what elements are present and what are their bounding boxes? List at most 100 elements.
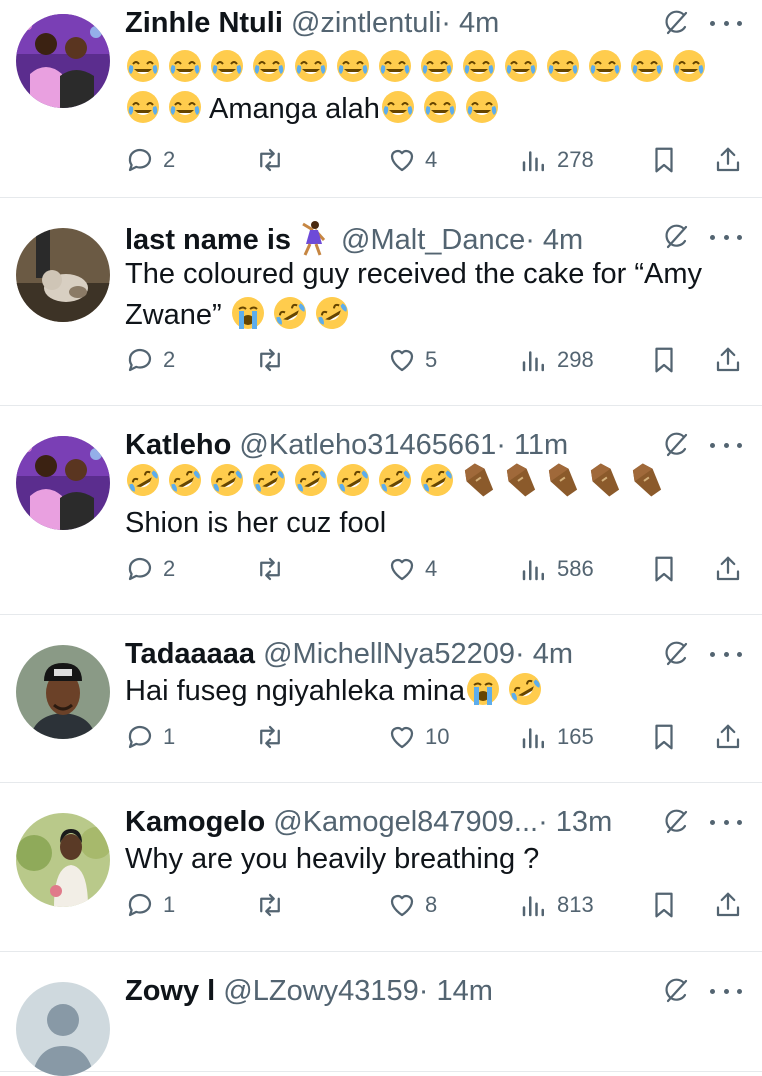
display-name[interactable]: Zowy l: [125, 975, 215, 1007]
avatar[interactable]: [16, 436, 110, 530]
display-name[interactable]: last name is: [125, 224, 291, 256]
joy-emoji: [587, 48, 623, 84]
reply-button[interactable]: 2: [125, 342, 175, 378]
reply-icon: [125, 345, 155, 375]
reply-button[interactable]: 1: [125, 719, 175, 755]
timestamp[interactable]: · 4m: [441, 7, 499, 39]
retweet-icon: [255, 145, 285, 175]
retweet-button[interactable]: [255, 142, 293, 178]
user-handle[interactable]: @LZowy43159: [223, 975, 419, 1007]
more-icon[interactable]: [710, 430, 742, 460]
more-icon[interactable]: [710, 807, 742, 837]
user-handle[interactable]: @zintlentuli: [291, 7, 441, 39]
avatar[interactable]: [16, 645, 110, 739]
reply-icon: [125, 890, 155, 920]
rofl-emoji: [125, 462, 161, 498]
rofl-emoji: [507, 671, 543, 707]
bookmark-button[interactable]: [649, 551, 679, 587]
grok-icon[interactable]: [662, 223, 690, 251]
more-icon[interactable]: [710, 976, 742, 1006]
bookmark-button[interactable]: [649, 142, 679, 178]
bookmark-button[interactable]: [649, 887, 679, 923]
joy-emoji: [167, 89, 203, 125]
more-icon[interactable]: [710, 8, 742, 38]
grok-icon[interactable]: [662, 808, 690, 836]
reply-count: 1: [163, 724, 176, 749]
avatar[interactable]: [16, 14, 110, 108]
tweet-header: Zowy l @LZowy43159· 14m: [125, 974, 672, 1008]
like-count: 10: [425, 724, 450, 749]
display-name[interactable]: Kamogelo: [125, 806, 265, 838]
views-icon: [519, 554, 549, 584]
views-button[interactable]: 278: [519, 142, 594, 178]
share-icon: [713, 722, 743, 752]
avatar[interactable]: [16, 228, 110, 322]
heart-icon: [387, 722, 417, 752]
display-name[interactable]: Tadaaaaa: [125, 638, 255, 670]
avatar[interactable]: [16, 982, 110, 1076]
views-button[interactable]: 165: [519, 719, 594, 755]
timestamp[interactable]: · 14m: [419, 975, 493, 1007]
like-button[interactable]: 5: [387, 342, 437, 378]
display-name[interactable]: Zinhle Ntuli: [125, 7, 283, 39]
retweet-button[interactable]: [255, 342, 293, 378]
more-icon[interactable]: [710, 222, 742, 252]
display-name[interactable]: Katleho: [125, 429, 231, 461]
tweet-reply[interactable]: last name is @Malt_Dance· 4m The coloured…: [0, 198, 762, 406]
timestamp[interactable]: · 4m: [525, 224, 583, 256]
share-button[interactable]: [713, 551, 743, 587]
user-handle[interactable]: @Kamogel847909...: [273, 806, 538, 838]
retweet-icon: [255, 554, 285, 584]
grok-icon[interactable]: [662, 9, 690, 37]
like-button[interactable]: 8: [387, 887, 437, 923]
retweet-button[interactable]: [255, 551, 293, 587]
timestamp[interactable]: · 11m: [496, 429, 568, 461]
tweet-reply[interactable]: Zowy l @LZowy43159· 14m: [0, 952, 762, 1076]
timestamp[interactable]: · 13m: [538, 806, 612, 838]
views-icon: [519, 890, 549, 920]
rofl-emoji: [314, 295, 350, 331]
views-button[interactable]: 813: [519, 887, 594, 923]
rofl-emoji: [335, 462, 371, 498]
reply-button[interactable]: 1: [125, 887, 175, 923]
like-button[interactable]: 4: [387, 551, 437, 587]
tweet-reply[interactable]: Katleho @Katleho31465661· 11m Shion is h…: [0, 406, 762, 615]
user-handle[interactable]: @Malt_Dance: [341, 224, 525, 256]
like-button[interactable]: 4: [387, 142, 437, 178]
reply-button[interactable]: 2: [125, 142, 175, 178]
dancer-emoji: [295, 220, 331, 256]
coffin-emoji: [461, 462, 497, 498]
views-icon: [519, 345, 549, 375]
more-icon[interactable]: [710, 639, 742, 669]
bookmark-button[interactable]: [649, 719, 679, 755]
retweet-button[interactable]: [255, 887, 293, 923]
view-count: 165: [557, 724, 594, 749]
user-handle[interactable]: @MichellNya52209: [263, 638, 515, 670]
tweet-header: Kamogelo @Kamogel847909...· 13m: [125, 805, 672, 839]
sob-emoji: [230, 295, 266, 331]
grok-icon[interactable]: [662, 977, 690, 1005]
timestamp[interactable]: · 4m: [515, 638, 573, 670]
share-button[interactable]: [713, 887, 743, 923]
user-handle[interactable]: @Katleho31465661: [239, 429, 496, 461]
joy-emoji: [377, 48, 413, 84]
share-button[interactable]: [713, 342, 743, 378]
retweet-button[interactable]: [255, 719, 293, 755]
tweet-reply[interactable]: Tadaaaaa @MichellNya52209· 4m Hai fuseg …: [0, 615, 762, 783]
reply-button[interactable]: 2: [125, 551, 175, 587]
tweet-header: Tadaaaaa @MichellNya52209· 4m: [125, 637, 672, 671]
like-button[interactable]: 10: [387, 719, 449, 755]
bookmark-button[interactable]: [649, 342, 679, 378]
avatar[interactable]: [16, 813, 110, 907]
views-button[interactable]: 586: [519, 551, 594, 587]
grok-icon[interactable]: [662, 640, 690, 668]
tweet-text: Hai fuseg ngiyahleka mina: [125, 671, 722, 712]
tweet-reply[interactable]: Zinhle Ntuli @zintlentuli· 4m Amanga ala…: [0, 0, 762, 198]
grok-icon[interactable]: [662, 431, 690, 459]
reply-count: 2: [163, 556, 176, 581]
share-button[interactable]: [713, 719, 743, 755]
views-button[interactable]: 298: [519, 342, 594, 378]
share-button[interactable]: [713, 142, 743, 178]
tweet-header: last name is @Malt_Dance· 4m: [125, 220, 672, 257]
tweet-reply[interactable]: Kamogelo @Kamogel847909...· 13m Why are …: [0, 783, 762, 952]
